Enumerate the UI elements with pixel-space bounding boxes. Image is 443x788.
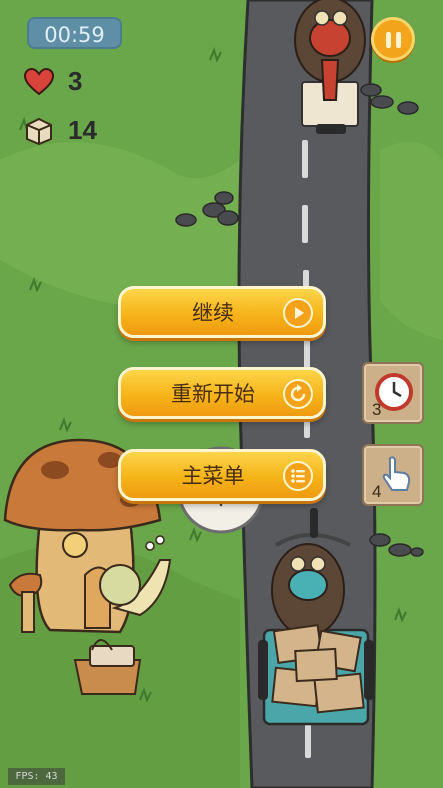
lives-counter: 3 (24, 66, 82, 97)
list-icon (283, 461, 313, 491)
clock-powerup-count: 3 (372, 400, 382, 419)
tap-powerup-count: 4 (372, 482, 382, 501)
main-menu-label: 主菜单 (181, 464, 245, 488)
play-icon (283, 298, 313, 328)
fps-counter: FPS: 43 (8, 768, 65, 785)
packages-counter: 14 (24, 115, 97, 146)
pause-button[interactable] (371, 17, 415, 61)
main-menu-button[interactable]: 主菜单 (118, 449, 326, 501)
lives-count: 3 (68, 66, 83, 96)
tap-powerup-button[interactable]: 4 (362, 444, 424, 506)
continue-label: 继续 (192, 301, 234, 325)
restart-icon (283, 379, 313, 409)
clock-powerup-button[interactable]: 3 (362, 362, 424, 424)
restart-button[interactable]: 重新开始 (118, 367, 326, 419)
restart-label: 重新开始 (171, 382, 255, 406)
rival-courier (294, 0, 366, 134)
heart-icon (24, 67, 54, 95)
packages-count: 14 (68, 115, 97, 145)
tap-hand-icon (382, 456, 411, 491)
pause-icon (386, 32, 391, 48)
timer-display: 00:59 (27, 17, 122, 49)
package-box-icon (26, 117, 52, 145)
continue-button[interactable]: 继续 (118, 286, 326, 338)
